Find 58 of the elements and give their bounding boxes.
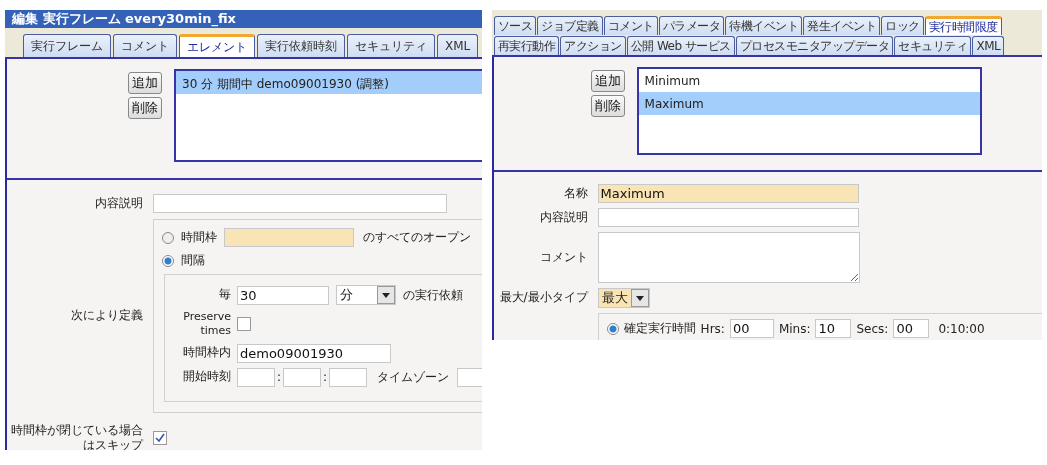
option-label: 確定実行時間 [623, 320, 696, 337]
delete-button[interactable]: 削除 [128, 97, 162, 119]
field-label: Secs: [856, 321, 889, 336]
add-button[interactable]: 追加 [128, 72, 162, 94]
tab[interactable]: XML [972, 36, 1005, 55]
tab[interactable]: コメント [603, 16, 658, 35]
seconds-field[interactable]: 00 [893, 319, 930, 338]
hours-field[interactable]: 00 [729, 319, 774, 338]
add-button[interactable]: 追加 [590, 70, 625, 92]
field-label: Preserve times [182, 310, 231, 339]
option-suffix: のすべてのオープン [363, 229, 471, 246]
tab[interactable]: 実行時間限度 [924, 16, 1002, 35]
name-field[interactable]: Maximum [597, 184, 859, 203]
field-label: 毎 [218, 287, 231, 303]
field-suffix: の実行依頼 [403, 286, 463, 304]
field-label: 内容説明 [538, 209, 588, 226]
tab[interactable]: ソース [493, 16, 537, 35]
tab[interactable]: ジョブ定義 [537, 16, 603, 35]
field-label: Mins: [778, 321, 811, 336]
tab[interactable]: 待機イベント [725, 16, 803, 35]
tab[interactable]: ロック [881, 16, 924, 35]
tab[interactable]: プロセスモニタアップデータ [735, 36, 894, 55]
field-label: 名称 [562, 185, 588, 202]
total-time: 0:10:00 [938, 321, 985, 336]
tab[interactable]: エレメント [179, 34, 255, 57]
time-separator: : [323, 370, 328, 385]
field-label: 内容説明 [94, 195, 143, 212]
interval-field[interactable]: 30 [237, 285, 329, 305]
window-title: 編集 実行フレーム every30min_fix [5, 10, 482, 28]
tab[interactable]: 再実行動作 [493, 36, 560, 55]
tab[interactable]: セキュリティ [347, 34, 435, 57]
field-label: コメント [538, 249, 588, 266]
tab[interactable]: パラメータ [658, 16, 725, 35]
option-label: 時間枠 [181, 229, 217, 246]
tab[interactable]: 実行依頼時刻 [257, 34, 345, 57]
list-item[interactable]: 30 分 期間中 demo09001930 (調整) [176, 71, 482, 94]
tab[interactable]: 公開 Web サービス [626, 36, 735, 55]
field-label: 開始時刻 [182, 369, 231, 385]
unit-dropdown[interactable]: 分 [336, 285, 396, 305]
timeframe-field[interactable]: demo09001930 [237, 343, 391, 363]
type-dropdown[interactable]: 最大 [597, 288, 650, 308]
delete-button[interactable]: 削除 [590, 95, 625, 117]
list-item[interactable]: Minimum [638, 69, 980, 92]
list-item[interactable]: Maximum [638, 92, 980, 115]
time-separator: : [277, 370, 282, 385]
field-label: Hrs: [700, 321, 725, 336]
field-label: 最大/最小タイプ [498, 290, 588, 306]
field-label: 時間枠内 [182, 345, 231, 361]
field-label: 次により定義 [70, 308, 143, 324]
tab[interactable]: 発生イベント [803, 16, 881, 35]
tab[interactable]: 実行フレーム [23, 34, 111, 57]
minutes-field[interactable]: 10 [815, 319, 852, 338]
field-label: タイムゾーン [377, 368, 450, 386]
option-label: 間隔 [181, 252, 205, 269]
tab[interactable]: コメント [113, 34, 177, 57]
tab[interactable]: アクション [560, 36, 626, 55]
tab[interactable]: XML [437, 34, 479, 57]
tab[interactable]: セキュリティ [894, 36, 972, 55]
